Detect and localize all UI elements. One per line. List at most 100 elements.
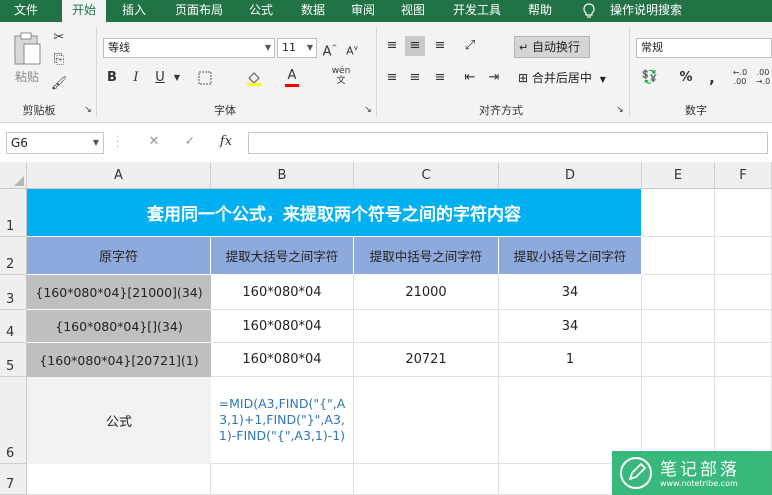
- tab-formulas[interactable]: 公式: [242, 0, 280, 22]
- cell-f2[interactable]: [715, 237, 772, 275]
- name-box[interactable]: G6 ▼: [6, 132, 104, 154]
- tab-help[interactable]: 帮助: [520, 0, 560, 22]
- grow-font-icon[interactable]: A^: [322, 38, 338, 62]
- copy-icon[interactable]: ⎘: [50, 50, 68, 70]
- currency-icon[interactable]: 💱: [638, 68, 662, 88]
- format-painter-icon[interactable]: 🖌: [50, 74, 68, 94]
- clipboard-launcher-icon[interactable]: ↘: [82, 100, 94, 120]
- column-header-f[interactable]: F: [715, 162, 772, 189]
- percent-button[interactable]: %: [678, 68, 694, 88]
- source-cell-a4[interactable]: {160*080*04}[](34): [27, 310, 211, 343]
- merge-center-button[interactable]: ⊞ 合并后居中 ▼: [514, 68, 622, 88]
- align-right-icon[interactable]: ≡: [430, 68, 450, 88]
- underline-button[interactable]: U: [152, 68, 168, 88]
- row-header-3[interactable]: 3: [0, 275, 27, 310]
- cell-f4[interactable]: [715, 310, 772, 343]
- tell-me-search[interactable]: 操作说明搜索: [604, 0, 688, 22]
- phonetic-guide-icon[interactable]: wén 文: [330, 66, 352, 86]
- result-cell-d4[interactable]: 34: [499, 310, 642, 343]
- header-cell-a2[interactable]: 原字符: [27, 237, 211, 275]
- row-header-6[interactable]: 6: [0, 377, 27, 464]
- row-header-2[interactable]: 2: [0, 237, 27, 275]
- cell-f1[interactable]: [715, 189, 772, 237]
- font-launcher-icon[interactable]: ↘: [362, 100, 374, 120]
- tab-file[interactable]: 文件: [4, 0, 48, 22]
- column-header-b[interactable]: B: [211, 162, 354, 189]
- row-header-7[interactable]: 7: [0, 464, 27, 495]
- fill-color-icon[interactable]: [244, 68, 264, 93]
- align-center-icon[interactable]: ≡: [405, 68, 425, 88]
- column-header-c[interactable]: C: [354, 162, 499, 189]
- source-cell-a5[interactable]: {160*080*04}[20721](1): [27, 343, 211, 377]
- source-cell-a3[interactable]: {160*080*04}[21000](34): [27, 275, 211, 310]
- font-color-icon[interactable]: A: [284, 66, 300, 87]
- column-header-e[interactable]: E: [642, 162, 715, 189]
- cell-f3[interactable]: [715, 275, 772, 310]
- tab-insert[interactable]: 插入: [114, 0, 154, 22]
- row-header-5[interactable]: 5: [0, 343, 27, 377]
- result-cell-c4[interactable]: [354, 310, 499, 343]
- enter-icon[interactable]: ✓: [182, 132, 198, 152]
- alignment-launcher-icon[interactable]: ↘: [614, 100, 626, 120]
- result-cell-b5[interactable]: 160*080*04: [211, 343, 354, 377]
- cell-e4[interactable]: [642, 310, 715, 343]
- shrink-font-icon[interactable]: Av: [344, 38, 360, 62]
- row-header-1[interactable]: 1: [0, 189, 27, 237]
- result-cell-b4[interactable]: 160*080*04: [211, 310, 354, 343]
- increase-decimal-icon[interactable]: ←.0.00: [730, 68, 750, 86]
- cell-f5[interactable]: [715, 343, 772, 377]
- header-cell-c2[interactable]: 提取中括号之间字符: [354, 237, 499, 275]
- result-cell-c5[interactable]: 20721: [354, 343, 499, 377]
- cell-b7[interactable]: [211, 464, 354, 495]
- formula-input[interactable]: [248, 132, 768, 154]
- paste-icon[interactable]: [12, 32, 42, 68]
- number-format-select[interactable]: 常规: [636, 38, 772, 58]
- cell-c7[interactable]: [354, 464, 499, 495]
- result-cell-c3[interactable]: 21000: [354, 275, 499, 310]
- wrap-text-button[interactable]: ↵ 自动换行: [514, 36, 590, 58]
- font-size-select[interactable]: 11 ▼: [277, 38, 317, 58]
- decrease-indent-icon[interactable]: ⇤: [460, 68, 480, 88]
- cancel-icon[interactable]: ✕: [146, 132, 162, 152]
- comma-style-icon[interactable]: ,: [704, 68, 720, 88]
- bold-button[interactable]: B: [104, 68, 120, 88]
- align-bottom-icon[interactable]: ≡: [430, 36, 450, 56]
- align-top-icon[interactable]: ≡: [382, 36, 402, 56]
- chevron-down-icon[interactable]: ▼: [172, 68, 182, 88]
- tab-developer[interactable]: 开发工具: [444, 0, 510, 22]
- formula-label-cell[interactable]: 公式: [27, 377, 211, 464]
- column-header-d[interactable]: D: [499, 162, 642, 189]
- align-middle-icon[interactable]: ≡: [405, 36, 425, 56]
- orientation-icon[interactable]: ⤢: [460, 36, 480, 56]
- result-cell-d5[interactable]: 1: [499, 343, 642, 377]
- paste-button[interactable]: 粘贴: [12, 68, 42, 85]
- header-cell-d2[interactable]: 提取小括号之间字符: [499, 237, 642, 275]
- tab-page-layout[interactable]: 页面布局: [168, 0, 230, 22]
- formula-text-cell[interactable]: =MID(A3,FIND("{",A3,1)+1,FIND("}",A3,1)-…: [211, 377, 354, 464]
- cell-c6[interactable]: [354, 377, 499, 464]
- increase-indent-icon[interactable]: ⇥: [484, 68, 504, 88]
- decrease-decimal-icon[interactable]: .00 →.0: [754, 68, 772, 86]
- cell-e2[interactable]: [642, 237, 715, 275]
- cut-icon[interactable]: ✂: [50, 28, 68, 48]
- borders-icon[interactable]: [196, 68, 214, 92]
- cell-a7[interactable]: [27, 464, 211, 495]
- cell-e1[interactable]: [642, 189, 715, 237]
- italic-button[interactable]: I: [128, 68, 144, 88]
- select-all-corner[interactable]: [0, 162, 27, 189]
- tab-view[interactable]: 视图: [394, 0, 432, 22]
- tab-data[interactable]: 数据: [294, 0, 332, 22]
- cell-e5[interactable]: [642, 343, 715, 377]
- column-header-a[interactable]: A: [27, 162, 211, 189]
- result-cell-d3[interactable]: 34: [499, 275, 642, 310]
- header-cell-b2[interactable]: 提取大括号之间字符: [211, 237, 354, 275]
- font-name-select[interactable]: 等线 ▼: [103, 38, 275, 58]
- title-cell[interactable]: 套用同一个公式，来提取两个符号之间的字符内容: [27, 189, 642, 237]
- align-left-icon[interactable]: ≡: [382, 68, 402, 88]
- cell-e3[interactable]: [642, 275, 715, 310]
- tab-review[interactable]: 审阅: [344, 0, 382, 22]
- tab-home[interactable]: 开始: [62, 0, 106, 22]
- row-header-4[interactable]: 4: [0, 310, 27, 343]
- insert-function-icon[interactable]: fx: [216, 132, 236, 152]
- result-cell-b3[interactable]: 160*080*04: [211, 275, 354, 310]
